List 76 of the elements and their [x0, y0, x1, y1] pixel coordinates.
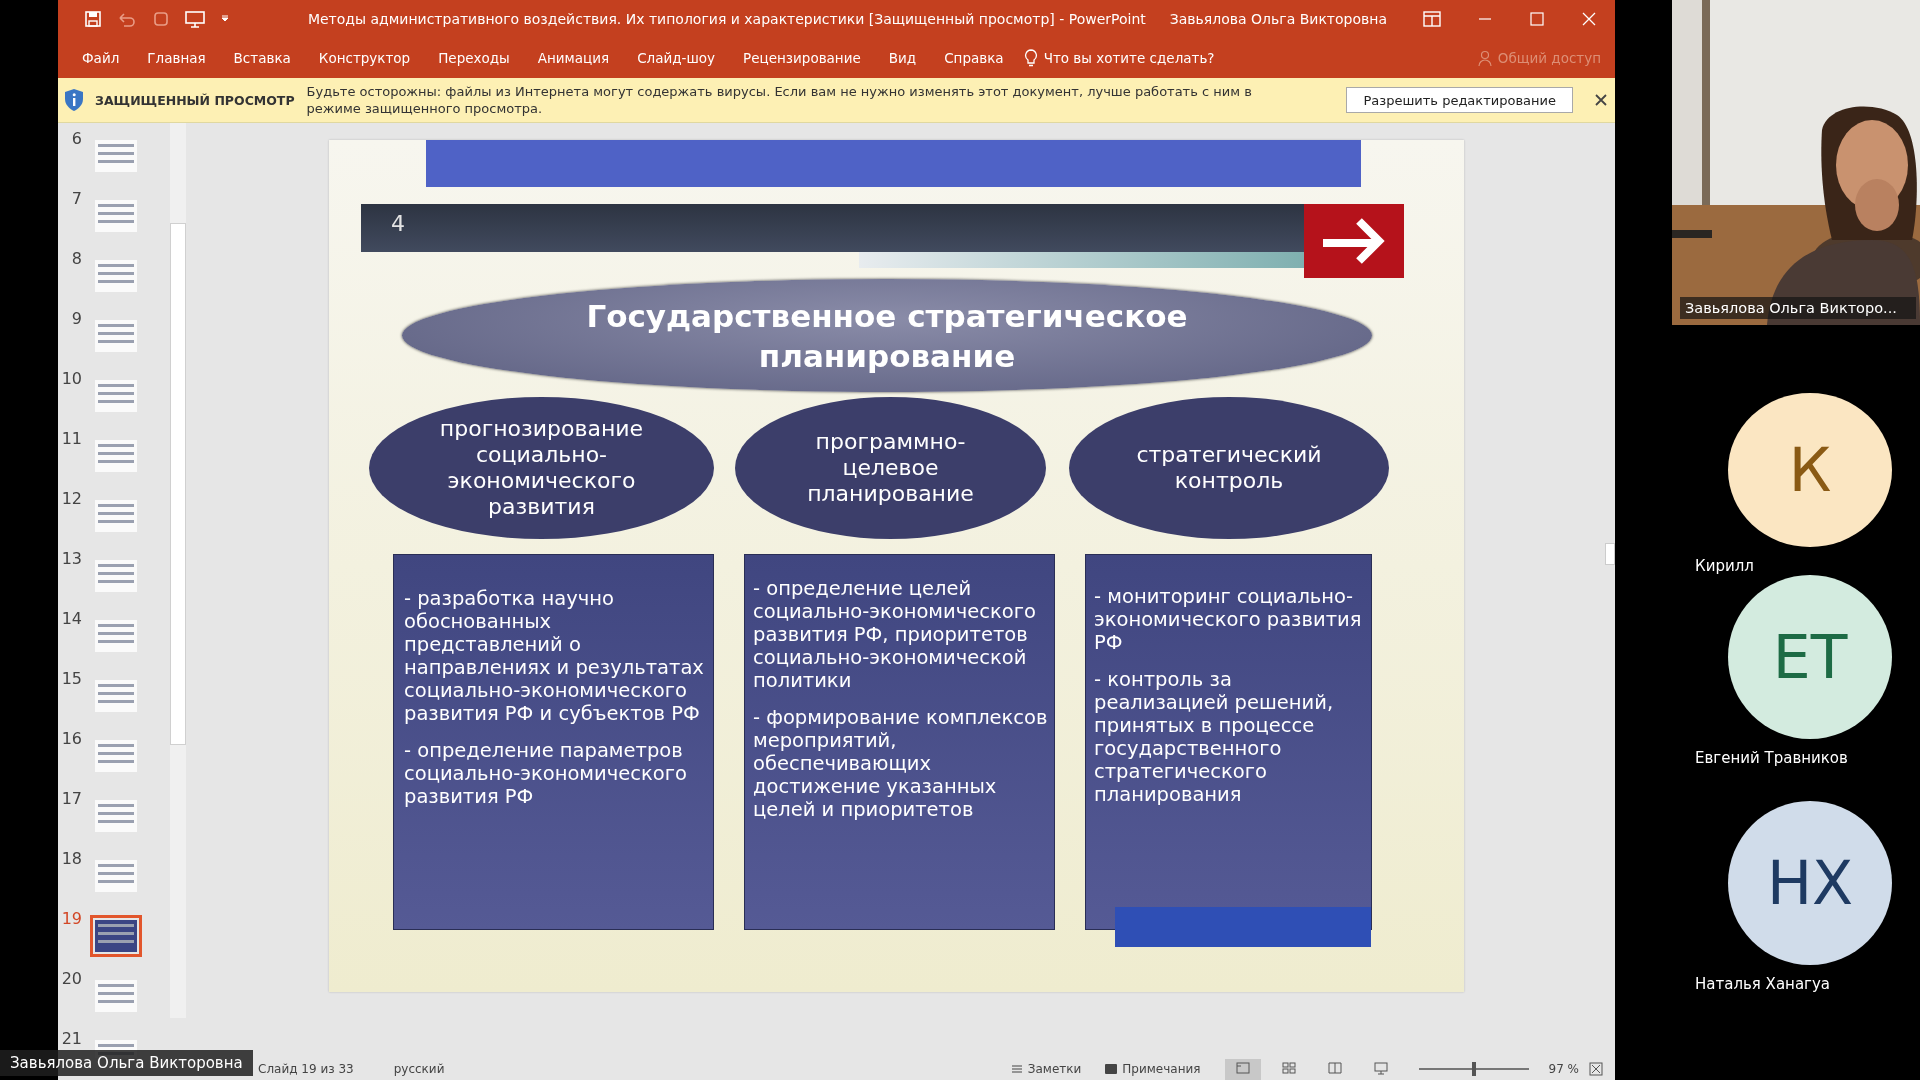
avatar-initials: ЕТ	[1728, 575, 1892, 739]
slide-number: 6	[70, 129, 83, 148]
ribbon-tab[interactable]: Слайд-шоу	[623, 50, 730, 66]
bullet-text: - формирование комплексов мероприятий, обеспечивающих достижение указанных целей и приоритетов	[753, 706, 1049, 821]
enable-editing-button[interactable]: Разрешить редактирование	[1346, 87, 1573, 113]
person-icon[interactable]	[1477, 50, 1492, 66]
normal-view-icon[interactable]	[1234, 1060, 1251, 1075]
slide-number: 8	[70, 249, 83, 268]
book-view-icon[interactable]	[1326, 1060, 1343, 1075]
comment-icon[interactable]	[1105, 1064, 1118, 1074]
slide-thumbnail[interactable]	[90, 915, 142, 957]
slide-number: 19	[60, 909, 83, 928]
slide-number: 13	[60, 549, 83, 568]
bullet-text: - определение параметров социально-экономического развития РФ	[404, 739, 688, 808]
grid-view-icon[interactable]	[1280, 1060, 1297, 1075]
participant-name: Наталья Ханагуа	[1695, 975, 1832, 993]
presenter-name-label: Завьялова Ольга Викторовна	[0, 1050, 253, 1076]
slider-thumb[interactable]	[1471, 1062, 1476, 1076]
heading-ellipse: прогнозирование социально-экономического развития	[369, 397, 714, 539]
ribbon-tab[interactable]: Переходы	[424, 50, 524, 66]
ribbon-tab[interactable]: Справка	[930, 50, 1018, 66]
language-label[interactable]: русский	[393, 1062, 445, 1076]
close-icon[interactable]	[1595, 94, 1607, 106]
slide-number: 9	[70, 309, 83, 328]
scrollbar[interactable]	[1605, 543, 1615, 565]
slideshow-view-icon[interactable]	[1372, 1060, 1389, 1075]
ribbon-tab[interactable]: Анимация	[523, 50, 624, 66]
bullet-text: - разработка научно обоснованных представлений о направлениях и результатах социально-экономического развития РФ и субъектов РФ	[404, 587, 705, 725]
slide-number: 12	[60, 489, 83, 508]
avatar-initials: К	[1728, 393, 1892, 547]
participant-name-label: Завьялова Ольга Викторо...	[1680, 297, 1916, 319]
notes-button[interactable]: Заметки	[1027, 1062, 1082, 1076]
window-title: Методы административного воздействия. Их типология и характеристики [Защищенный просмотр] - PowerPoint	[307, 11, 1146, 27]
presentation-icon[interactable]	[184, 10, 206, 28]
comments-button[interactable]: Примечания	[1122, 1062, 1201, 1076]
ribbon-tab[interactable]: Файл	[68, 50, 134, 66]
slide-number: 10	[60, 369, 83, 388]
slide-number: 18	[60, 849, 83, 868]
participant-name: Кирилл	[1695, 557, 1755, 575]
lightbulb-icon[interactable]	[1023, 49, 1038, 67]
scrollbar[interactable]	[170, 123, 186, 1018]
save-icon[interactable]	[84, 10, 102, 28]
slide-page-number: 4	[391, 211, 405, 236]
ribbon-tab[interactable]: Рецензирование	[729, 50, 875, 66]
user-name: Завьялова Ольга Викторовна	[1168, 11, 1387, 27]
participant-name: Евгений Травников	[1695, 749, 1849, 767]
bullet-text: - контроль за реализацией решений, принятых в процессе государственного стратегического планирования	[1094, 668, 1335, 806]
bullet-text: - мониторинг социально-экономического развития РФ	[1094, 585, 1363, 654]
notes-icon[interactable]	[1010, 1064, 1023, 1074]
slide-counter: Слайд 19 из 33	[258, 1062, 354, 1076]
avatar-initials: НХ	[1728, 801, 1892, 965]
slide-number: 17	[60, 789, 83, 808]
shield-info-icon	[63, 88, 85, 112]
slide-number: 21	[60, 1029, 83, 1048]
warning-message: Будьте осторожны: файлы из Интернета могут содержать вирусы. Если вам не нужно изменять этот документ, лучше работать с ним в режиме защищенного просмотра.	[306, 83, 1253, 117]
slide-number: 7	[70, 189, 83, 208]
tell-me-field[interactable]: Что вы хотите сделать?	[1043, 50, 1215, 66]
ribbon-tab[interactable]: Вид	[874, 50, 931, 66]
maximize-icon[interactable]	[1529, 11, 1545, 27]
undo-icon[interactable]	[116, 10, 138, 28]
ribbon-tab[interactable]: Главная	[133, 50, 220, 66]
fit-to-window-icon[interactable]	[1589, 1062, 1603, 1076]
heading-ellipse: стратегический контроль	[1069, 397, 1389, 539]
warning-title: ЗАЩИЩЕННЫЙ ПРОСМОТР	[95, 92, 295, 108]
slide-number: 16	[60, 729, 83, 748]
slide-number: 20	[60, 969, 83, 988]
ribbon-tab[interactable]: Конструктор	[304, 50, 425, 66]
ribbon-tab[interactable]: Вставка	[219, 50, 305, 66]
slide-number: 11	[60, 429, 83, 448]
slide-number: 15	[60, 669, 83, 688]
title-ellipse: Государственное стратегическое планирование	[402, 279, 1372, 392]
heading-ellipse: программно-целевое планирование	[735, 397, 1046, 539]
slide-number: 14	[60, 609, 83, 628]
zoom-level[interactable]: 97 %	[1548, 1062, 1579, 1076]
ribbon-display-icon[interactable]	[1423, 11, 1441, 27]
bullet-text: - определение целей социально-экономического развития РФ, приоритетов социально-экономической политики	[753, 577, 1037, 692]
